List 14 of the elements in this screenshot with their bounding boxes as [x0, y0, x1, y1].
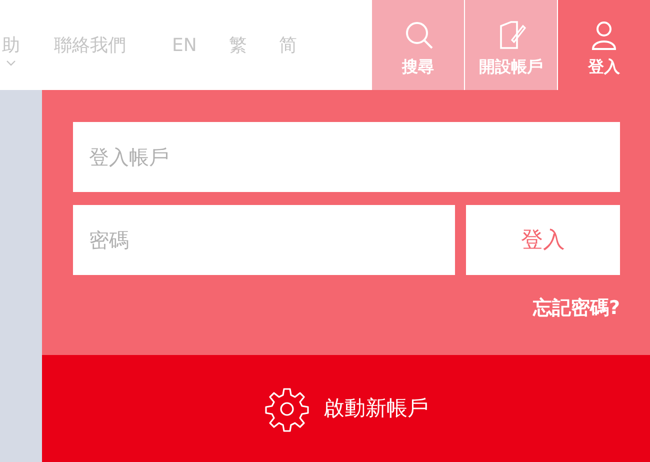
account-field[interactable]: 登入帳戶	[73, 122, 620, 192]
nav-link[interactable]: 聯絡我們	[54, 32, 126, 58]
language-link[interactable]: EN	[172, 32, 197, 58]
search-tab[interactable]: 搜尋	[372, 0, 464, 90]
gear-icon	[264, 386, 310, 432]
activate-account-button[interactable]: 啟動新帳戶	[42, 355, 650, 462]
user-tab[interactable]: 登入	[558, 0, 650, 90]
language-link[interactable]: 繁	[228, 32, 247, 58]
login-button[interactable]: 登入	[466, 205, 620, 275]
nav-link[interactable]: 助	[2, 32, 20, 58]
language-link[interactable]: 简	[278, 32, 297, 58]
password-field[interactable]: 密碼	[73, 205, 455, 275]
register-tab[interactable]: 開設帳戶	[465, 0, 557, 90]
forgot-password-link[interactable]: 忘記密碼?	[532, 294, 620, 322]
